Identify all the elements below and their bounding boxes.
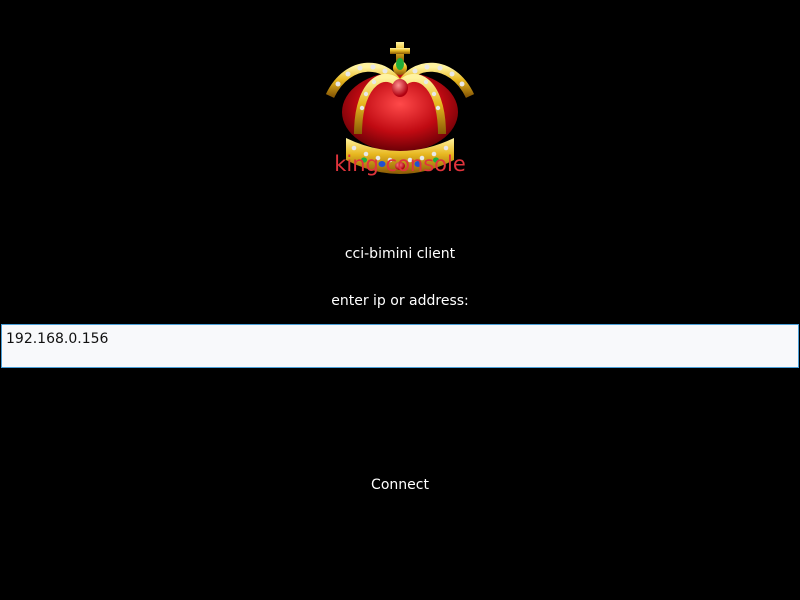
logo-caption: king console (334, 152, 466, 176)
login-screen: king console cci-bimini client enter ip … (0, 0, 800, 600)
connect-button[interactable]: Connect (330, 470, 470, 500)
app-logo: king console (318, 38, 482, 190)
address-input[interactable] (1, 324, 799, 368)
address-prompt-label: enter ip or address: (331, 293, 469, 309)
app-subtitle: cci-bimini client (344, 246, 456, 262)
